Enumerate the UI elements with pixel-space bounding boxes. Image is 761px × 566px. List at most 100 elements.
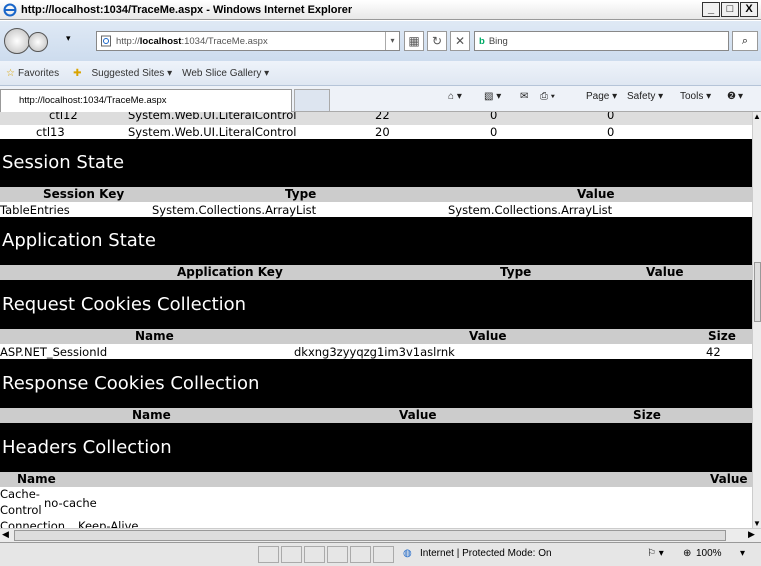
- refresh-button[interactable]: ↻: [427, 31, 447, 51]
- vertical-scroll-thumb[interactable]: [754, 262, 761, 322]
- back-forward-group: [4, 26, 64, 56]
- help-menu[interactable]: ▾: [738, 91, 743, 102]
- application-value-header: Value: [646, 265, 684, 279]
- vertical-scrollbar[interactable]: ▲ ▼: [752, 112, 761, 528]
- favorites-button[interactable]: Favorites: [18, 68, 59, 79]
- request-cookies-column-headers: Name Value Size: [0, 329, 752, 344]
- zoom-dropdown-icon[interactable]: ▾: [740, 548, 745, 559]
- address-bar[interactable]: http://localhost:1034/TraceMe.aspx ▾: [96, 31, 400, 51]
- globe-icon: ◍: [403, 548, 412, 559]
- control-id: ctl13: [36, 125, 65, 139]
- ie-logo-icon: [3, 3, 17, 16]
- security-zone[interactable]: Internet | Protected Mode: On: [420, 548, 552, 559]
- control-viewstate-size: 0: [490, 112, 498, 122]
- feeds-icon[interactable]: ▧ ▾: [484, 91, 501, 102]
- table-row: TableEntries System.Collections.ArrayLis…: [0, 203, 752, 217]
- header-value-header: Value: [710, 472, 748, 486]
- mail-icon[interactable]: ✉: [520, 91, 528, 102]
- control-render-size: 20: [375, 125, 390, 139]
- control-row: ctl13 System.Web.UI.LiteralControl 20 0 …: [0, 125, 752, 139]
- add-favorite-icon[interactable]: ✚: [73, 68, 81, 79]
- bing-icon: b: [479, 35, 485, 47]
- headers-column-headers: Name Value: [0, 472, 752, 487]
- window-controls: _ □ X: [701, 2, 758, 17]
- address-prefix: http://: [116, 35, 140, 47]
- session-state-header: Session State: [0, 139, 752, 187]
- horizontal-scrollbar[interactable]: ◀ ▶: [0, 528, 761, 542]
- control-id: ctl12: [49, 112, 78, 122]
- tools-menu[interactable]: Tools ▾: [680, 91, 711, 102]
- address-rest: :1034/TraceMe.aspx: [181, 35, 268, 47]
- scroll-up-icon[interactable]: ▲: [753, 112, 761, 121]
- header-value: Keep-Alive: [78, 519, 139, 528]
- session-key: TableEntries: [0, 203, 70, 217]
- close-button[interactable]: X: [740, 2, 758, 17]
- page-content: ctl12 System.Web.UI.LiteralControl 22 0 …: [0, 112, 752, 528]
- session-column-headers: Session Key Type Value: [0, 187, 752, 202]
- tab-title: http://localhost:1034/TraceMe.aspx: [19, 95, 167, 106]
- cookie-name: ASP.NET_SessionId: [0, 345, 108, 359]
- search-icon[interactable]: ⌕: [732, 31, 758, 51]
- cookie-value: dkxng3zyyqzg1im3v1aslrnk: [294, 345, 455, 359]
- recent-pages-dropdown-icon[interactable]: ▾: [66, 33, 71, 44]
- table-row: ASP.NET_SessionId dkxng3zyyqzg1im3v1aslr…: [0, 345, 752, 359]
- control-row: ctl12 System.Web.UI.LiteralControl 22 0 …: [0, 112, 752, 125]
- page-menu[interactable]: Page ▾: [586, 91, 617, 102]
- application-type-header: Type: [500, 265, 532, 279]
- print-icon[interactable]: ⎙ ▾: [540, 91, 555, 102]
- home-icon[interactable]: ⌂ ▾: [448, 91, 462, 102]
- tab-bar: http://localhost:1034/TraceMe.aspx ⌂ ▾ ▧…: [0, 86, 761, 112]
- request-cookie-size-header: Size: [708, 329, 736, 343]
- window-titlebar: http://localhost:1034/TraceMe.aspx - Win…: [0, 0, 761, 20]
- status-bar: ◍ Internet | Protected Mode: On ⚐ ▾ ⊕ 10…: [0, 542, 761, 566]
- application-column-headers: Application Key Type Value: [0, 265, 752, 280]
- application-key-header: Application Key: [177, 265, 283, 279]
- stop-button[interactable]: ✕: [450, 31, 470, 51]
- tab-traceme[interactable]: http://localhost:1034/TraceMe.aspx: [0, 89, 292, 112]
- search-placeholder: Bing: [488, 35, 508, 47]
- session-type: System.Collections.ArrayList: [152, 203, 317, 217]
- header-value: no-cache: [44, 496, 97, 510]
- cookie-size: 42: [706, 345, 721, 359]
- control-controlstate-size: 0: [607, 112, 615, 122]
- headers-collection-header: Headers Collection: [0, 423, 752, 472]
- help-icon[interactable]: ❷: [727, 91, 736, 102]
- scroll-left-icon[interactable]: ◀: [2, 529, 9, 540]
- scroll-down-icon[interactable]: ▼: [753, 519, 761, 528]
- response-cookie-name-header: Name: [132, 408, 171, 422]
- web-slice-gallery-link[interactable]: Web Slice Gallery ▾: [182, 68, 269, 79]
- session-value-header: Value: [577, 187, 615, 201]
- control-viewstate-size: 0: [490, 125, 498, 139]
- compatibility-view-icon[interactable]: ▦: [404, 31, 424, 51]
- favorites-star-icon[interactable]: ☆: [6, 68, 15, 79]
- zoom-icon[interactable]: ⊕: [683, 548, 691, 559]
- session-key-header: Session Key: [43, 187, 125, 201]
- maximize-button[interactable]: □: [721, 2, 739, 17]
- suggested-sites-link[interactable]: Suggested Sites ▾: [91, 68, 172, 79]
- control-render-size: 22: [375, 112, 390, 122]
- scroll-right-icon[interactable]: ▶: [748, 529, 755, 540]
- response-cookie-size-header: Size: [633, 408, 661, 422]
- protected-mode-icon[interactable]: ⚐ ▾: [647, 548, 664, 559]
- status-panes: [258, 546, 394, 563]
- horizontal-scroll-thumb[interactable]: [14, 530, 726, 541]
- safety-menu[interactable]: Safety ▾: [627, 91, 663, 102]
- session-value: System.Collections.ArrayList: [448, 203, 613, 217]
- search-box[interactable]: b Bing: [474, 31, 729, 51]
- request-cookies-header: Request Cookies Collection: [0, 280, 752, 329]
- table-row: Connection Keep-Alive: [0, 519, 752, 528]
- request-cookie-name-header: Name: [135, 329, 174, 343]
- control-controlstate-size: 0: [607, 125, 615, 139]
- minimize-button[interactable]: _: [702, 2, 720, 17]
- header-name-continued: Control: [0, 503, 42, 517]
- window-title: http://localhost:1034/TraceMe.aspx - Win…: [21, 3, 353, 16]
- zoom-level[interactable]: 100%: [696, 548, 722, 559]
- response-cookies-header: Response Cookies Collection: [0, 359, 752, 408]
- control-type: System.Web.UI.LiteralControl: [128, 125, 297, 139]
- back-button[interactable]: [4, 28, 30, 54]
- new-tab-button[interactable]: [294, 89, 330, 112]
- address-dropdown-icon[interactable]: ▾: [385, 32, 399, 50]
- response-cookie-value-header: Value: [399, 408, 437, 422]
- header-name-header: Name: [17, 472, 56, 486]
- forward-button[interactable]: [28, 32, 48, 52]
